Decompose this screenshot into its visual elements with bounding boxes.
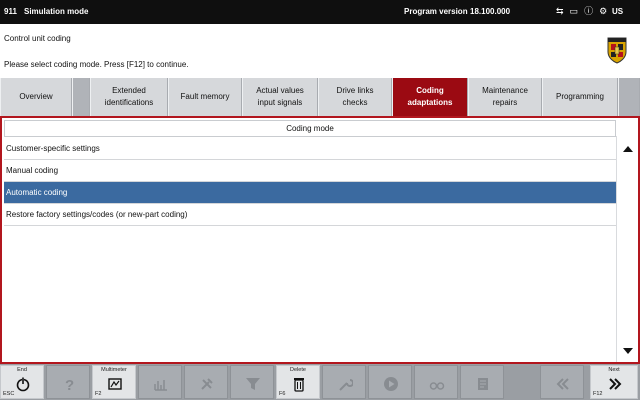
oscilloscope-icon xyxy=(154,380,167,391)
fkey-back-button[interactable] xyxy=(540,365,584,399)
fkey-help-button[interactable]: ? xyxy=(46,365,90,399)
instruction-text: Please select coding mode. Press [F12] t… xyxy=(4,60,189,69)
program-version-label: Program version xyxy=(404,7,468,16)
porsche-crest-icon xyxy=(607,37,627,64)
fkey-oscilloscope-button[interactable] xyxy=(138,365,182,399)
tab-coding-adaptations[interactable]: Coding adaptations xyxy=(392,78,468,116)
tab-scroll-right[interactable] xyxy=(618,78,640,116)
wrench-icon xyxy=(339,379,353,391)
app-id: 911 xyxy=(4,7,17,16)
filter-icon xyxy=(246,378,260,390)
fkey-code: F12 xyxy=(593,391,603,397)
fkey-code: F2 xyxy=(95,391,102,397)
scroll-down-icon[interactable] xyxy=(621,344,635,358)
language-selector[interactable]: US xyxy=(612,7,623,16)
list-item-label: Automatic coding xyxy=(6,188,68,197)
program-version-value: 18.100.000 xyxy=(470,7,511,16)
next-icon xyxy=(609,378,622,390)
fkey-code: ESC xyxy=(3,391,15,397)
trash-icon xyxy=(294,378,304,392)
column-header-coding-mode: Coding mode xyxy=(4,120,616,137)
mode-label: Simulation mode xyxy=(24,7,89,16)
tab-scroll-left[interactable] xyxy=(72,78,90,116)
fkey-label: Delete xyxy=(290,367,306,373)
tab-overview[interactable]: Overview xyxy=(0,78,72,116)
fkey-end-button[interactable]: End ESC xyxy=(0,365,44,399)
tab-drive-links[interactable]: Drive links checks xyxy=(318,78,392,116)
fkey-delete-button[interactable]: Delete F6 xyxy=(276,365,320,399)
fkey-label: Multimeter xyxy=(101,367,127,373)
glasses-icon xyxy=(429,382,445,390)
document-icon xyxy=(478,378,488,390)
scrollbar[interactable] xyxy=(616,136,638,362)
fkey-multimeter-button[interactable]: Multimeter F2 xyxy=(92,365,136,399)
play-icon xyxy=(384,377,398,391)
help-icon: ? xyxy=(65,377,74,392)
page-header: Control unit coding Please select coding… xyxy=(0,24,640,78)
list-item-label: Restore factory settings/codes (or new-p… xyxy=(6,210,188,219)
fkey-tools-button[interactable] xyxy=(184,365,228,399)
fkey-label: End xyxy=(17,367,27,373)
fkey-play-button[interactable] xyxy=(368,365,412,399)
list-item[interactable]: Restore factory settings/codes (or new-p… xyxy=(4,204,616,226)
coding-mode-panel: Coding mode Customer-specific settings M… xyxy=(0,116,640,364)
scroll-up-icon[interactable] xyxy=(621,142,635,156)
fkey-document-button[interactable] xyxy=(460,365,504,399)
tab-fault-memory[interactable]: Fault memory xyxy=(168,78,242,116)
fkey-filter-button[interactable] xyxy=(230,365,274,399)
multimeter-icon xyxy=(108,378,122,390)
list-item[interactable]: Customer-specific settings xyxy=(4,138,616,160)
back-icon xyxy=(556,378,569,390)
list-item-label: Customer-specific settings xyxy=(6,144,100,153)
tab-maintenance-repairs[interactable]: Maintenance repairs xyxy=(468,78,542,116)
connection-icon: ⇆ xyxy=(556,6,564,16)
fkey-next-button[interactable]: Next F12 xyxy=(590,365,638,399)
tools-icon xyxy=(201,378,213,390)
title-bar: 911 Simulation mode Program version 18.1… xyxy=(0,0,640,24)
settings-icon[interactable]: ⚙ xyxy=(599,6,607,17)
tab-extended-identifications[interactable]: Extended identifications xyxy=(90,78,168,116)
fkey-label: Next xyxy=(608,367,620,373)
tab-programming[interactable]: Programming xyxy=(542,78,618,116)
list-item-selected[interactable]: Automatic coding xyxy=(4,182,616,204)
status-icons: ⇆ ▭ ⓘ ⚙ xyxy=(556,6,607,17)
coding-mode-list: Customer-specific settings Manual coding… xyxy=(4,138,616,226)
tab-bar: Overview Extended identifications Fault m… xyxy=(0,78,640,116)
function-key-bar: End ESC ? Multimeter F2 Delete F6 Next F… xyxy=(0,364,640,400)
list-item-label: Manual coding xyxy=(6,166,59,175)
battery-icon: ▭ xyxy=(569,6,579,16)
svg-text:?: ? xyxy=(65,377,74,392)
list-item[interactable]: Manual coding xyxy=(4,160,616,182)
tab-actual-values[interactable]: Actual values input signals xyxy=(242,78,318,116)
info-icon: ⓘ xyxy=(584,6,594,16)
power-icon xyxy=(16,377,30,392)
page-title: Control unit coding xyxy=(4,34,71,43)
fkey-glasses-button[interactable] xyxy=(414,365,458,399)
fkey-code: F6 xyxy=(279,391,286,397)
fkey-wrench-button[interactable] xyxy=(322,365,366,399)
